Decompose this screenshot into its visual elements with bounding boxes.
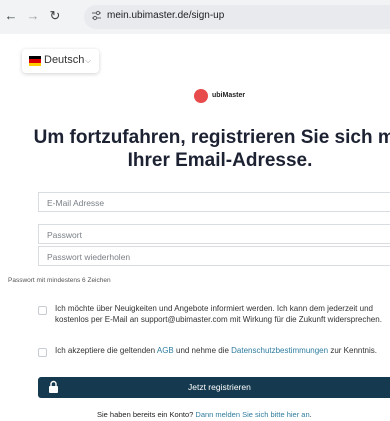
page-title-line2: Ihrer Email-Adresse.	[127, 150, 313, 171]
reload-icon[interactable]: ↻	[48, 8, 62, 24]
login-prompt: Sie haben bereits ein Konto? Dann melden…	[97, 410, 312, 419]
login-prompt-suffix: .	[309, 410, 312, 419]
url-text: mein.ubimaster.de/sign-up	[107, 10, 225, 21]
password-field-wrapper	[38, 224, 390, 244]
email-field[interactable]	[39, 194, 390, 212]
page-title-line1: Um fortzufahren, registrieren Sie sich m…	[33, 127, 390, 148]
terms-label: Ich akzeptiere die geltenden AGB und neh…	[55, 346, 385, 357]
password-field[interactable]	[39, 226, 390, 244]
arrow-left-icon[interactable]: ←	[4, 8, 18, 24]
browser-toolbar: ← → ↻ mein.ubimaster.de/sign-up	[0, 0, 390, 34]
lock-icon	[49, 380, 58, 393]
password-hint: Passwort mit mindestens 6 Zeichen	[8, 277, 111, 284]
privacy-link[interactable]: Datenschutzbestimmungen	[231, 346, 328, 355]
password-repeat-field[interactable]	[39, 248, 390, 266]
german-flag-icon	[29, 56, 41, 66]
chevron-down-icon: ⌵	[85, 56, 92, 65]
language-selector[interactable]: Deutsch ⌵	[22, 49, 99, 73]
agb-link[interactable]: AGB	[157, 346, 174, 355]
login-link[interactable]: Dann melden Sie sich bitte hier an	[195, 410, 309, 419]
terms-checkbox[interactable]	[38, 348, 47, 357]
newsletter-label: Ich möchte über Neuigkeiten und Angebote…	[55, 304, 382, 324]
site-settings-icon[interactable]	[91, 10, 102, 21]
ubimaster-logo-icon	[194, 89, 208, 103]
arrow-right-icon[interactable]: →	[26, 8, 40, 24]
register-button[interactable]: Jetzt registrieren	[38, 377, 390, 398]
email-field-wrapper	[38, 192, 390, 212]
terms-middle: und nehme die	[173, 346, 232, 355]
terms-suffix: zur Kenntnis.	[328, 346, 378, 355]
login-prompt-text: Sie haben bereits ein Konto?	[97, 410, 196, 419]
brand-name: ubiMaster	[212, 92, 246, 99]
page-title: Um fortzufahren, registrieren Sie sich m…	[30, 126, 390, 172]
terms-prefix: Ich akzeptiere die geltenden	[55, 346, 157, 355]
language-label: Deutsch	[44, 54, 85, 66]
newsletter-checkbox[interactable]	[38, 306, 47, 315]
register-button-label: Jetzt registrieren	[188, 382, 251, 392]
password-repeat-field-wrapper	[38, 246, 390, 266]
